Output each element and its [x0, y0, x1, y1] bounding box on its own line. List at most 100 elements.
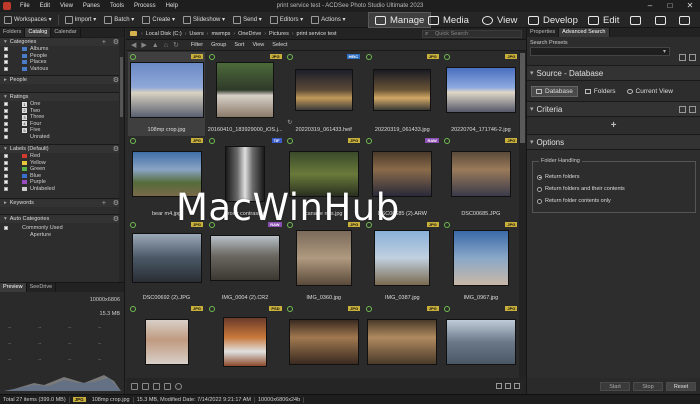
thumbnail-item[interactable]: JPG 20220319_061433.jpg — [364, 52, 441, 136]
select-check-icon[interactable] — [130, 222, 136, 228]
rating-checkbox[interactable] — [4, 108, 8, 113]
thumbnail-item[interactable]: JPG — [442, 304, 519, 378]
menu-tools[interactable]: Tools — [105, 3, 129, 9]
rating-checkbox[interactable] — [4, 134, 8, 139]
options-section-header[interactable]: ▾ Options — [527, 134, 700, 150]
criteria-section-header[interactable]: ▾ Criteria — [527, 101, 700, 117]
menu-process[interactable]: Process — [129, 3, 161, 9]
category-checkbox[interactable] — [4, 47, 8, 52]
radio-return-contents-only[interactable]: Return folder contents only — [537, 198, 611, 204]
quick-search-input[interactable]: ⌕ Quick Search — [422, 30, 522, 38]
select-check-icon[interactable] — [444, 138, 451, 144]
select-check-icon[interactable] — [287, 138, 294, 144]
select-check-icon[interactable] — [444, 222, 451, 228]
select-check-icon[interactable] — [130, 138, 136, 144]
menu-file[interactable]: File — [15, 3, 35, 9]
mode-media[interactable]: Media — [428, 12, 469, 28]
tab-preview[interactable]: Preview — [0, 283, 27, 292]
label-checkbox[interactable] — [4, 154, 8, 159]
people-header[interactable]: ▸ People ⚙ — [0, 75, 124, 84]
workspaces-button[interactable]: Workspaces ▾ — [0, 12, 56, 28]
categories-header[interactable]: ▾ Categories + ⚙ — [0, 37, 124, 46]
filter-button[interactable]: Filter — [187, 42, 207, 48]
paste-icon[interactable] — [689, 106, 696, 113]
category-checkbox[interactable] — [4, 66, 8, 71]
mode-edit[interactable]: Edit — [588, 12, 619, 28]
label-checkbox[interactable] — [4, 173, 8, 178]
back-icon[interactable]: ◀ — [131, 41, 136, 49]
radio-button[interactable] — [537, 198, 542, 204]
menu-help[interactable]: Help — [161, 3, 183, 9]
rating-checkbox[interactable] — [4, 128, 8, 133]
create-button[interactable]: Create ▾ — [138, 12, 179, 28]
select-check-icon[interactable] — [208, 306, 215, 312]
label-checkbox[interactable] — [4, 160, 8, 165]
minimize-icon[interactable]: – — [640, 0, 660, 12]
batch-button[interactable]: Batch ▾ — [100, 12, 138, 28]
rating-unrated[interactable]: Unrated — [0, 134, 124, 141]
thumbnail-item[interactable]: JPG — [364, 304, 441, 378]
up-icon[interactable]: ▲ — [152, 42, 159, 49]
rating-checkbox[interactable] — [4, 115, 8, 120]
breadcrumb-users[interactable]: Users — [186, 31, 206, 37]
select-check-icon[interactable] — [287, 54, 294, 60]
group-button[interactable]: Group — [207, 42, 230, 48]
thumbnail-item[interactable]: JPG IMG_0967.jpg — [442, 220, 519, 304]
delete-icon[interactable] — [164, 382, 171, 390]
category-checkbox[interactable] — [4, 60, 8, 65]
ratings-header[interactable]: ▾ Ratings — [0, 92, 124, 101]
thumbnail-item[interactable]: RAW IMG_0004 (2).CR2 — [207, 220, 284, 304]
maximize-icon[interactable]: □ — [660, 0, 680, 12]
mode-manage[interactable]: Manage — [368, 12, 432, 28]
category-checkbox[interactable] — [4, 53, 8, 58]
grid-scrollbar[interactable] — [519, 51, 526, 378]
mode-develop[interactable]: Develop — [528, 12, 578, 28]
zoom-in-icon[interactable] — [514, 383, 520, 389]
select-check-icon[interactable] — [130, 54, 136, 60]
select-check-icon[interactable] — [287, 306, 294, 312]
tab-advanced-search[interactable]: Advanced Search — [559, 28, 610, 37]
radio-button[interactable] — [537, 174, 542, 180]
add-criteria-icon[interactable]: + — [527, 117, 700, 134]
actions-button[interactable]: Actions ▾ — [307, 12, 349, 28]
zoom-out-icon[interactable] — [496, 383, 502, 389]
folders-button[interactable]: Folders — [581, 86, 620, 97]
slideshow-button[interactable]: Slideshow ▾ — [179, 12, 229, 28]
thumbnail-item[interactable]: JPG IMG_0387.jpg — [364, 220, 441, 304]
scrollbar-thumb[interactable] — [520, 53, 525, 143]
label-checkbox[interactable] — [4, 186, 8, 191]
thumbnail-item[interactable]: JPG — [285, 304, 362, 378]
add-icon[interactable]: + — [102, 200, 106, 207]
tab-catalog[interactable]: Catalog — [25, 28, 52, 37]
thumbnail-item[interactable]: JPG — [128, 304, 205, 378]
copy-icon[interactable] — [679, 106, 686, 113]
thumbnail-item[interactable]: PSD — [207, 304, 284, 378]
thumbnail-item[interactable]: JPG IMG_0360.jpg — [285, 220, 362, 304]
stop-button[interactable]: Stop — [633, 381, 663, 391]
close-icon[interactable]: ✕ — [680, 0, 700, 12]
rating-checkbox[interactable] — [4, 102, 8, 107]
refresh-icon[interactable]: ↻ — [173, 41, 179, 49]
select-check-icon[interactable] — [365, 54, 372, 60]
rating-checkbox[interactable] — [4, 121, 8, 126]
rotate-right-icon[interactable] — [142, 382, 149, 390]
thumbnail-item[interactable]: JPG DSC00692 (2).JPG — [128, 220, 205, 304]
tab-calendar[interactable]: Calendar — [51, 28, 81, 37]
select-check-icon[interactable] — [130, 306, 136, 312]
thumbnail-item[interactable]: JPG 20220704_171746-2.jpg — [442, 52, 519, 136]
menu-view[interactable]: View — [55, 3, 78, 9]
select-check-icon[interactable] — [208, 138, 215, 144]
zoom-slider-icon[interactable] — [505, 383, 511, 389]
send-button[interactable]: Send ▾ — [229, 12, 266, 28]
editors-button[interactable]: Editors ▾ — [266, 12, 307, 28]
radio-button[interactable] — [537, 186, 542, 192]
radio-return-folders[interactable]: Return folders — [537, 174, 580, 180]
home-icon[interactable]: ⌂ — [164, 42, 168, 49]
auto-category-aperture[interactable]: Aperture — [0, 232, 124, 239]
save-preset-icon[interactable] — [679, 54, 686, 61]
select-button[interactable]: Select — [268, 42, 291, 48]
delete-preset-icon[interactable] — [689, 54, 696, 61]
breadcrumb-pictures[interactable]: Pictures — [266, 31, 292, 37]
menu-edit[interactable]: Edit — [35, 3, 55, 9]
search-presets-dropdown[interactable]: ▾ — [530, 47, 670, 56]
